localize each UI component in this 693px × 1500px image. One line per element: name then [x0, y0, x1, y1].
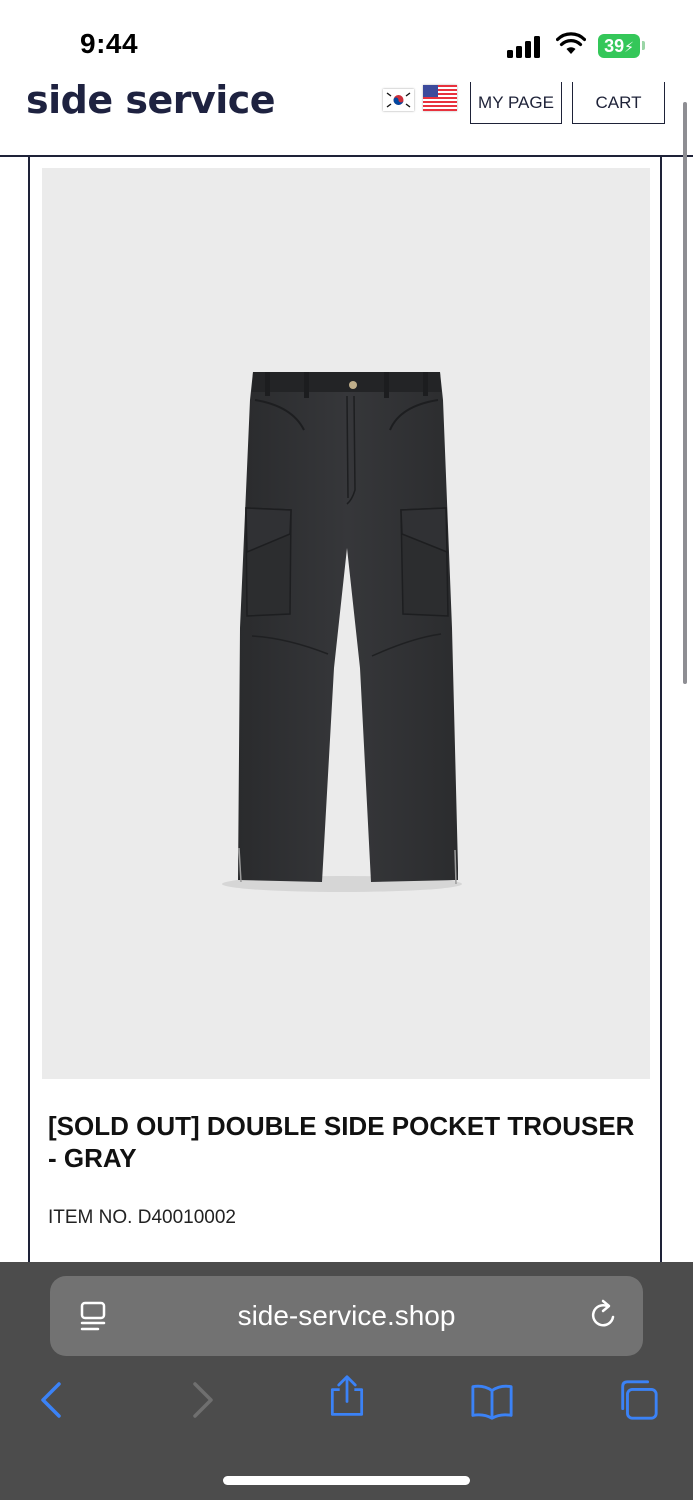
cart-button[interactable]: CART [572, 82, 665, 124]
wifi-icon [556, 32, 586, 54]
product-title: [SOLD OUT] DOUBLE SIDE POCKET TROUSER - … [48, 1111, 635, 1173]
home-indicator[interactable] [223, 1476, 470, 1485]
us-flag-icon[interactable] [423, 85, 457, 111]
status-bar: 9:44 39⚡ [0, 0, 693, 80]
page-scrollbar[interactable] [683, 102, 687, 684]
product-image[interactable] [42, 168, 650, 1079]
back-icon[interactable] [30, 1378, 74, 1422]
item-number: ITEM NO. D40010002 [48, 1207, 236, 1228]
address-bar[interactable]: side-service.shop [50, 1276, 643, 1356]
bookmarks-icon[interactable] [470, 1380, 514, 1424]
reload-icon[interactable] [586, 1298, 620, 1332]
browser-toolbar: side-service.shop [0, 1262, 693, 1500]
battery-tip [642, 41, 645, 50]
forward-icon[interactable] [180, 1378, 224, 1422]
tabs-icon[interactable] [616, 1378, 660, 1422]
share-icon[interactable] [325, 1374, 369, 1418]
url-text[interactable]: side-service.shop [50, 1300, 643, 1332]
battery-icon: 39⚡ [598, 34, 640, 58]
signal-icon [507, 34, 543, 58]
trouser-photo [222, 372, 462, 892]
status-time: 9:44 [80, 28, 139, 59]
battery-level: 39 [604, 36, 625, 56]
korean-flag-icon[interactable] [383, 89, 414, 111]
site-header: side service MY PAGE CART [0, 78, 693, 157]
my-page-button[interactable]: MY PAGE [470, 82, 562, 124]
site-logo[interactable]: side service [26, 78, 276, 122]
